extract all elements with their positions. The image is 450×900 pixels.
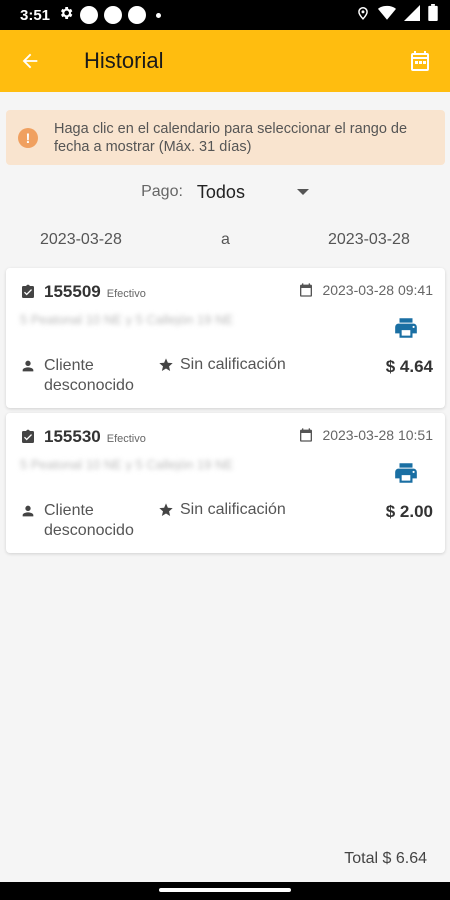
screen: 3:51 Historial ! Haga clic en el calenda…	[0, 0, 450, 900]
notification-icon	[128, 6, 147, 24]
client-info: Cliente desconocido	[20, 501, 154, 541]
more-notifications-icon	[156, 12, 162, 18]
rating-text: Sin calificación	[180, 501, 286, 518]
calendar-icon	[300, 283, 313, 297]
rating-info: Sin calificación	[158, 501, 286, 519]
signal-icon	[404, 4, 420, 26]
print-button[interactable]	[393, 316, 419, 340]
notification-icon	[80, 6, 99, 24]
calendar-icon	[411, 51, 429, 71]
date-separator: a	[221, 231, 230, 248]
person-icon	[22, 360, 34, 372]
rating-info: Sin calificación	[158, 356, 286, 374]
payment-method: Efectivo	[106, 432, 146, 445]
info-text: Haga clic en el calendario para seleccio…	[54, 120, 408, 155]
order-address: 5 Peatonal 10 NE y 5 Callejón 19 NE	[20, 457, 234, 471]
payment-filter-label: Pago:	[141, 183, 183, 200]
notification-icon	[104, 6, 123, 24]
order-datetime: 2023-03-28 09:41	[298, 282, 433, 298]
rating-text: Sin calificación	[180, 356, 286, 373]
print-icon	[395, 318, 417, 338]
settings-icon	[58, 5, 74, 26]
order-card[interactable]: 155530 Efectivo 2023-03-28 10:51 5 Peato…	[6, 413, 445, 553]
star-icon	[159, 503, 173, 516]
date-to: 2023-03-28	[328, 231, 410, 248]
status-bar: 3:51	[0, 0, 450, 30]
navigation-bar	[0, 882, 450, 900]
client-info: Cliente desconocido	[20, 356, 154, 396]
order-amount: $ 2.00	[385, 502, 433, 521]
payment-method: Efectivo	[106, 287, 146, 300]
home-handle[interactable]	[159, 888, 291, 892]
order-check-icon	[22, 284, 34, 298]
order-datetime-text: 2023-03-28 10:51	[322, 427, 433, 443]
wifi-icon	[378, 5, 396, 26]
info-banner: ! Haga clic en el calendario para selecc…	[6, 110, 445, 165]
order-header: 155530 Efectivo	[20, 427, 146, 447]
order-id: 155509	[44, 282, 101, 301]
date-range: 2023-03-28 a 2023-03-28	[0, 228, 450, 254]
order-header: 155509 Efectivo	[20, 282, 146, 302]
order-amount: $ 4.64	[385, 357, 433, 376]
order-datetime-text: 2023-03-28 09:41	[322, 282, 433, 298]
order-id: 155530	[44, 427, 101, 446]
order-card[interactable]: 155509 Efectivo 2023-03-28 09:41 5 Peato…	[6, 268, 445, 408]
calendar-icon	[300, 428, 313, 442]
payment-select[interactable]: Todos	[197, 182, 309, 203]
star-icon	[159, 358, 173, 371]
print-icon	[395, 463, 417, 483]
print-button[interactable]	[393, 461, 419, 485]
battery-icon	[428, 4, 438, 26]
page-title: Historial	[84, 48, 164, 73]
status-time: 3:51	[20, 6, 51, 24]
dropdown-arrow-icon	[296, 189, 309, 195]
order-address: 5 Peatonal 10 NE y 5 Callejón 19 NE	[20, 312, 234, 326]
payment-select-value: Todos	[196, 181, 245, 202]
date-from: 2023-03-28	[40, 231, 122, 248]
arrow-back-icon	[22, 53, 38, 69]
info-icon: !	[18, 127, 38, 148]
calendar-button[interactable]	[406, 47, 434, 75]
app-bar: Historial	[0, 30, 450, 92]
order-datetime: 2023-03-28 10:51	[298, 427, 433, 443]
order-check-icon	[22, 429, 34, 443]
client-name: Cliente desconocido	[44, 502, 134, 539]
location-icon	[356, 5, 370, 26]
back-button[interactable]	[0, 30, 60, 92]
person-icon	[22, 505, 34, 517]
payment-filter: Pago: Todos	[0, 178, 450, 206]
client-name: Cliente desconocido	[44, 357, 134, 394]
total-amount: Total $ 6.64	[344, 850, 427, 867]
